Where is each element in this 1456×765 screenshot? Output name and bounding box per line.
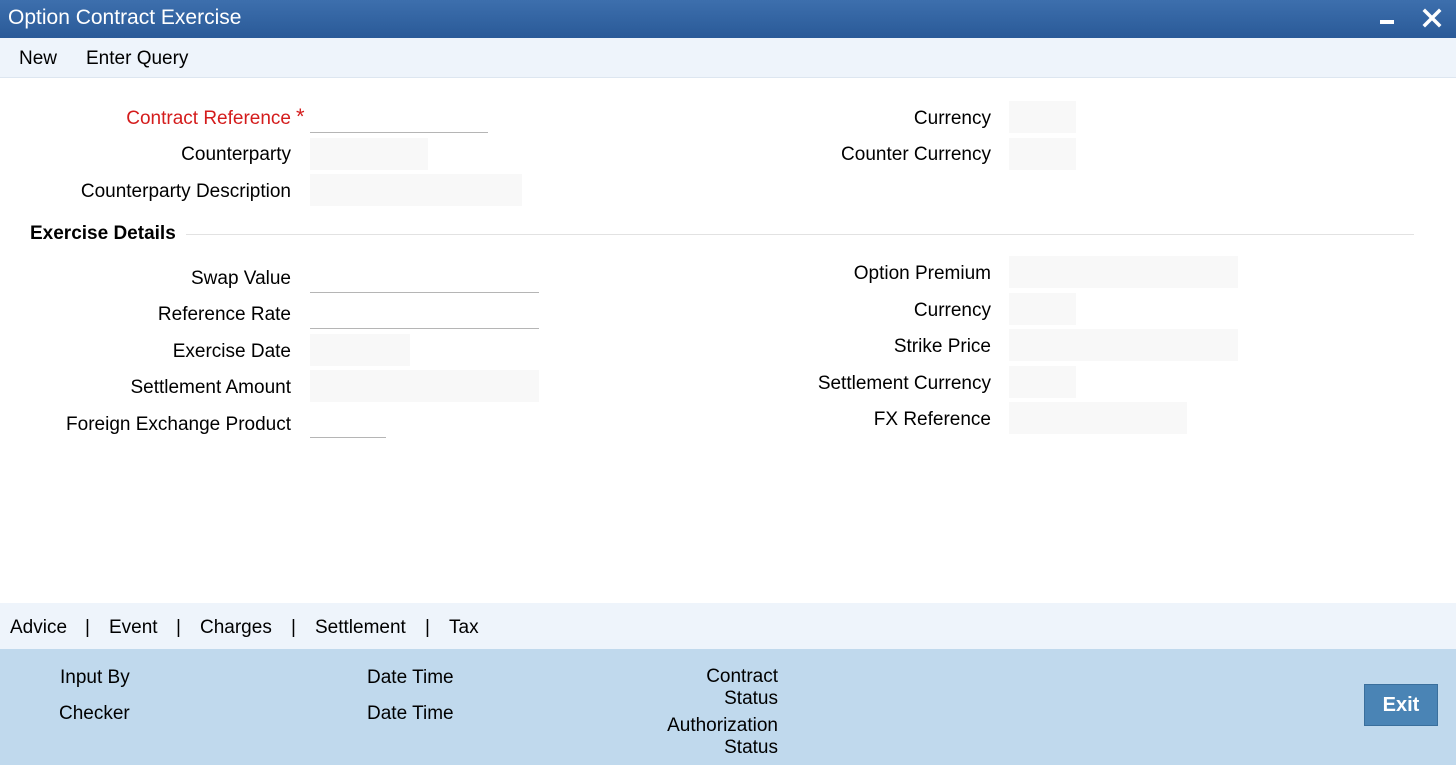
premium-currency-input[interactable] bbox=[1009, 293, 1076, 325]
tab-settlement[interactable]: Settlement bbox=[315, 617, 406, 639]
toolbar: New Enter Query bbox=[0, 38, 1456, 78]
enter-query-button[interactable]: Enter Query bbox=[86, 48, 188, 70]
reference-rate-input[interactable] bbox=[310, 297, 539, 329]
foreign-exchange-product-label: Foreign Exchange Product bbox=[66, 414, 291, 435]
counterparty-input[interactable] bbox=[310, 138, 428, 170]
date-time-label: Date Time bbox=[367, 667, 454, 688]
subscreen-tabs: Advice | Event | Charges | Settlement | … bbox=[0, 603, 1456, 649]
date-time-label: Date Time bbox=[367, 703, 454, 724]
exercise-date-input[interactable] bbox=[310, 334, 410, 366]
foreign-exchange-product-input[interactable] bbox=[310, 406, 386, 438]
checker-label: Checker bbox=[59, 703, 130, 724]
tab-separator: | bbox=[291, 617, 296, 638]
settlement-currency-label: Settlement Currency bbox=[817, 373, 991, 394]
fx-reference-label: FX Reference bbox=[873, 409, 991, 430]
swap-value-input[interactable] bbox=[310, 261, 539, 293]
counter-currency-label: Counter Currency bbox=[841, 144, 991, 165]
premium-currency-label: Currency bbox=[913, 300, 991, 321]
required-marker: * bbox=[296, 104, 305, 129]
swap-value-label: Swap Value bbox=[191, 268, 291, 289]
tab-charges[interactable]: Charges bbox=[200, 617, 272, 639]
settlement-amount-label: Settlement Amount bbox=[130, 377, 291, 398]
tab-separator: | bbox=[176, 617, 181, 638]
audit-footer: Input By Checker Date Time Date Time Con… bbox=[0, 649, 1456, 765]
fx-reference-input[interactable] bbox=[1009, 402, 1187, 434]
tab-event[interactable]: Event bbox=[109, 617, 158, 639]
tab-separator: | bbox=[425, 617, 430, 638]
currency-input[interactable] bbox=[1009, 101, 1076, 133]
exercise-date-label: Exercise Date bbox=[172, 341, 291, 362]
counter-currency-input[interactable] bbox=[1009, 138, 1076, 170]
new-button[interactable]: New bbox=[19, 48, 57, 70]
close-icon[interactable] bbox=[1418, 4, 1446, 32]
exercise-details-heading: Exercise Details bbox=[30, 223, 176, 244]
exit-button[interactable]: Exit bbox=[1364, 684, 1438, 726]
section-divider bbox=[186, 234, 1414, 235]
minimize-icon[interactable] bbox=[1372, 4, 1400, 32]
tab-separator: | bbox=[85, 617, 90, 638]
window-title-bar: Option Contract Exercise bbox=[0, 0, 1456, 38]
strike-price-input[interactable] bbox=[1009, 329, 1238, 361]
contract-reference-input[interactable] bbox=[310, 101, 488, 133]
counterparty-description-input[interactable] bbox=[310, 174, 522, 206]
contract-status-label: Contract Status bbox=[706, 666, 778, 709]
counterparty-description-label: Counterparty Description bbox=[80, 181, 291, 202]
option-premium-input[interactable] bbox=[1009, 256, 1238, 288]
strike-price-label: Strike Price bbox=[893, 336, 991, 357]
reference-rate-label: Reference Rate bbox=[157, 304, 291, 325]
settlement-currency-input[interactable] bbox=[1009, 366, 1076, 398]
tab-advice[interactable]: Advice bbox=[10, 617, 67, 639]
contract-reference-label: Contract Reference bbox=[126, 108, 291, 129]
option-premium-label: Option Premium bbox=[853, 263, 991, 284]
tab-tax[interactable]: Tax bbox=[449, 617, 479, 639]
counterparty-label: Counterparty bbox=[181, 144, 291, 165]
authorization-status-label: Authorization Status bbox=[667, 715, 778, 758]
input-by-label: Input By bbox=[60, 667, 130, 688]
settlement-amount-input[interactable] bbox=[310, 370, 539, 402]
window-title: Option Contract Exercise bbox=[8, 6, 242, 29]
currency-label: Currency bbox=[913, 108, 991, 129]
